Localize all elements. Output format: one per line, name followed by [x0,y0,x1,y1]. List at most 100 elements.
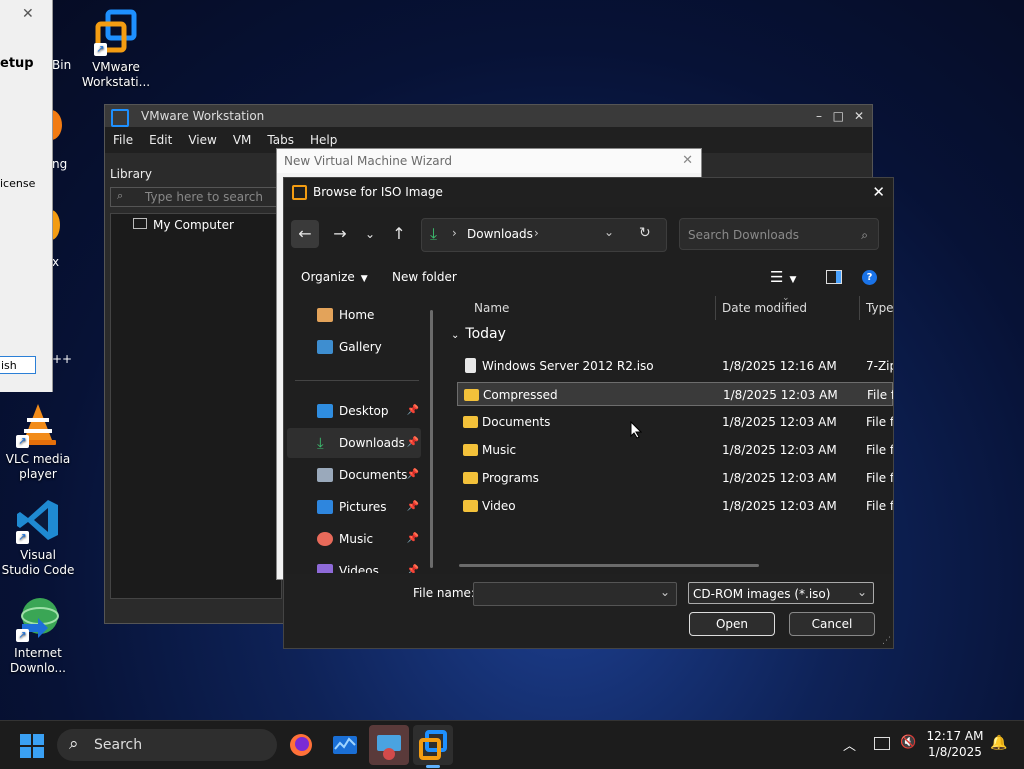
desktop-icon-vlc[interactable]: ↗ VLC media player [0,400,76,482]
file-row[interactable]: Programs 1/8/2025 12:03 AM File fo [457,466,893,490]
desktop-icon [317,404,333,418]
file-row[interactable]: Windows Server 2012 R2.iso 1/8/2025 12:1… [457,354,893,378]
nav-item-home[interactable]: Home [287,300,421,330]
folder-icon [463,472,478,484]
vmware-icon: ↗ [92,8,140,56]
nav-item-downloads[interactable]: ⤓ Downloads 📌 [287,428,421,458]
navigation-bar: ← → ⌄ ↑ ⤓ › Downloads › ⌄ ↻ Search Downl… [284,218,893,252]
file-type: File fo [866,471,893,485]
file-date: 1/8/2025 12:03 AM [722,443,837,457]
resize-grip-icon[interactable]: ⋰ [882,636,891,646]
help-icon[interactable]: ? [862,270,877,285]
windows-logo-icon [20,734,44,758]
column-name[interactable]: Name [474,296,509,320]
nav-item-pictures[interactable]: Pictures 📌 [287,492,421,522]
nav-pane-scrollbar[interactable] [430,310,433,568]
column-date-modified[interactable]: Date modified [722,296,807,320]
back-button[interactable]: ← [291,220,319,248]
command-bar: Organize ▼ New folder ☰ ▼ ? [284,264,893,292]
clock[interactable]: 12:17 AM 1/8/2025 [926,728,984,760]
column-type[interactable]: Type [866,296,893,320]
new-folder-button[interactable]: New folder [392,270,457,284]
search-icon: ⌕ [117,189,124,202]
start-button[interactable] [20,734,44,758]
column-headers: Name ⌄ Date modified Type [444,293,893,320]
nav-item-documents[interactable]: Documents 📌 [287,460,421,490]
file-date: 1/8/2025 12:03 AM [723,388,838,402]
document-icon [317,468,333,482]
search-icon: ⌕ [69,734,79,754]
menu-edit[interactable]: Edit [149,133,172,147]
shortcut-arrow-icon: ↗ [16,629,29,642]
vmware-taskbar-icon[interactable] [413,725,453,765]
remote-desktop-icon[interactable] [369,725,409,765]
chevron-up-icon[interactable]: ︿ [843,735,856,754]
pin-icon[interactable]: 📌 [407,396,419,426]
desktop-icon-idm[interactable]: ↗ Internet Downlo... [0,594,76,676]
firefox-icon[interactable] [285,729,317,761]
file-name: Programs [482,471,539,485]
file-name: Windows Server 2012 R2.iso [482,359,654,373]
chevron-down-icon[interactable]: ⌄ [660,585,670,599]
address-bar[interactable]: ⤓ › Downloads › ⌄ ↻ [421,218,667,252]
open-button[interactable]: Open [689,612,775,636]
speaker-muted-icon[interactable]: 🔇 [900,735,916,750]
nav-item-gallery[interactable]: Gallery [287,332,421,362]
tree-item-label: My Computer [153,218,234,232]
nav-item-videos[interactable]: Videos 📌 [287,556,421,573]
breadcrumb-downloads[interactable]: Downloads [467,227,533,241]
clock-time: 12:17 AM [926,729,984,743]
view-options-icon[interactable]: ☰ ▼ [770,268,796,286]
nav-item-music[interactable]: Music 📌 [287,524,421,554]
recent-locations-button[interactable]: ⌄ [356,220,384,248]
pin-icon[interactable]: 📌 [407,556,419,573]
tree-item-my-computer[interactable]: My Computer [133,218,234,232]
taskbar-search-box[interactable]: ⌕ Search [57,729,277,761]
organize-button[interactable]: Organize ▼ [301,270,368,284]
cancel-button[interactable]: Cancel [789,612,875,636]
file-row[interactable]: Compressed 1/8/2025 12:03 AM File fo [457,382,893,406]
refresh-icon[interactable]: ↻ [639,225,651,241]
file-type: File fo [867,388,893,402]
minimize-icon[interactable]: – [816,105,822,127]
maximize-icon[interactable]: □ [833,105,844,127]
nav-item-desktop[interactable]: Desktop 📌 [287,396,421,426]
file-type: 7-Zip [866,359,893,373]
preview-pane-icon[interactable] [826,270,842,284]
breadcrumb-separator-icon: › [452,226,457,240]
chevron-down-icon: ⌄ [856,585,867,599]
file-row[interactable]: Video 1/8/2025 12:03 AM File fo [457,494,893,518]
file-type-select[interactable]: CD-ROM images (*.iso) ⌄ [688,582,874,604]
group-header-today[interactable]: ⌄ Today [451,326,506,342]
desktop-icon-vmware[interactable]: ↗ VMware Workstati... [78,8,154,90]
network-icon[interactable] [874,737,890,750]
menu-view[interactable]: View [188,133,216,147]
up-button[interactable]: ↑ [385,220,413,248]
file-date: 1/8/2025 12:16 AM [722,359,837,373]
menu-vm[interactable]: VM [233,133,252,147]
file-row[interactable]: Documents 1/8/2025 12:03 AM File fo [457,410,893,434]
pin-icon[interactable]: 📌 [407,524,419,554]
menu-help[interactable]: Help [310,133,337,147]
pin-icon[interactable]: 📌 [407,460,419,490]
file-icon [465,358,476,373]
pin-icon[interactable]: 📌 [407,492,419,522]
search-downloads-input[interactable]: Search Downloads ⌕ [679,218,879,250]
forward-button[interactable]: → [326,220,354,248]
library-search-input[interactable]: ⌕ Type here to search [110,187,280,207]
file-row[interactable]: Music 1/8/2025 12:03 AM File fo [457,438,893,462]
menu-tabs[interactable]: Tabs [267,133,294,147]
task-manager-icon[interactable] [329,729,361,761]
notification-bell-icon[interactable]: 🔔 [990,735,1007,751]
pin-icon[interactable]: 📌 [407,428,419,458]
menu-file[interactable]: File [113,133,133,147]
close-icon[interactable]: ✕ [872,178,885,207]
finish-button[interactable]: ish [0,356,36,374]
file-name-input[interactable]: ⌄ [473,582,677,606]
desktop-icon-vscode[interactable]: ↗ Visual Studio Code [0,496,76,578]
close-icon[interactable]: ✕ [22,6,34,22]
address-dropdown-icon[interactable]: ⌄ [604,225,614,239]
close-icon[interactable]: ✕ [682,153,693,168]
horizontal-scrollbar[interactable] [459,564,759,567]
close-icon[interactable]: ✕ [854,105,864,127]
